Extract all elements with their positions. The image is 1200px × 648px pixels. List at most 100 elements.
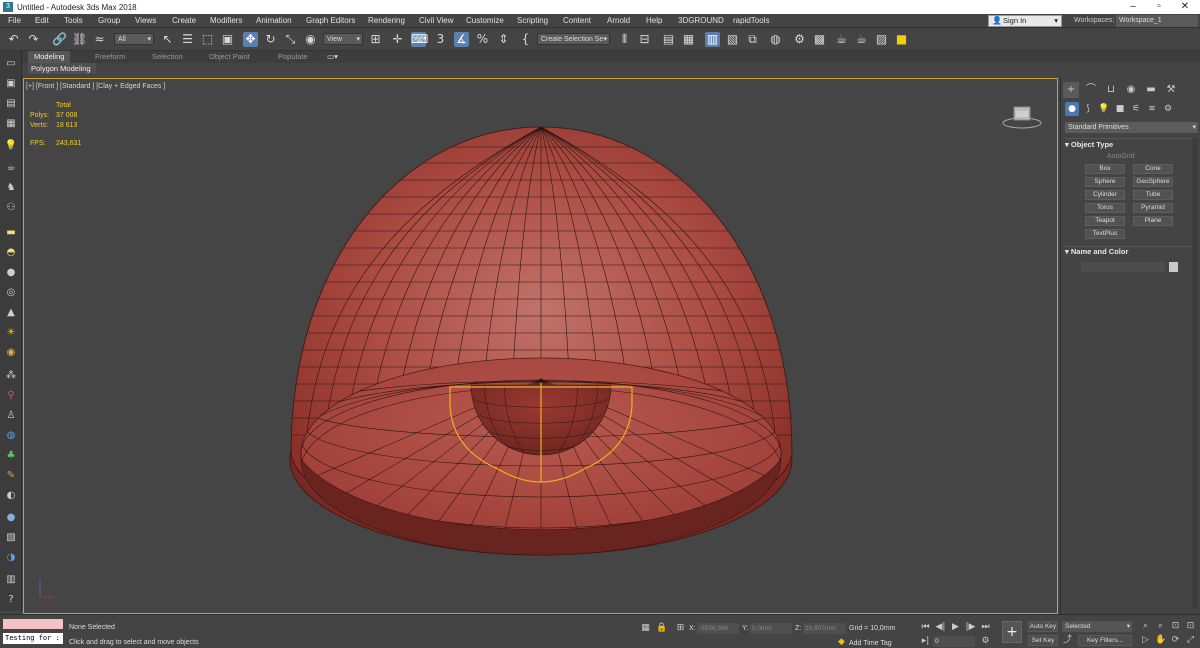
systems-icon[interactable]: ⚙ [1161, 102, 1175, 116]
schematic-view-icon[interactable]: ⧉ [745, 32, 760, 47]
time-tag-icon[interactable]: ◆ [836, 637, 847, 648]
unlink-icon[interactable]: ⛓ [72, 32, 87, 47]
sun-icon[interactable]: ☀ [3, 326, 19, 340]
isolate-selection-icon[interactable]: ▦ [640, 623, 651, 634]
named-selection-dropdown[interactable]: Create Selection Se [537, 33, 610, 46]
tube-button[interactable]: Tube [1133, 190, 1173, 200]
redo-icon[interactable]: ↷ [26, 32, 41, 47]
command-panel-scrollbar[interactable] [1192, 138, 1198, 608]
disc-icon[interactable]: ◉ [3, 346, 19, 360]
menu-file[interactable]: File [8, 14, 21, 28]
menu-content[interactable]: Content [563, 14, 591, 28]
ribbon-options-icon[interactable]: ▭▾ [327, 51, 338, 63]
menu-modifiers[interactable]: Modifiers [210, 14, 242, 28]
primitive-type-dropdown[interactable]: Standard Primitives [1065, 122, 1198, 133]
auto-key-button[interactable]: Auto Key [1028, 621, 1058, 632]
wand-icon[interactable]: ⚲ [3, 389, 19, 403]
key-selection-dropdown[interactable]: Selected ▾ [1062, 621, 1132, 632]
zoom-icon[interactable]: ⌕ [1140, 621, 1151, 632]
particles-icon[interactable]: ⁂ [3, 369, 19, 383]
cameras-icon[interactable]: ■ [1113, 102, 1127, 116]
zoom-all-icon[interactable]: ⌕ [1155, 621, 1166, 632]
current-frame-field[interactable]: 0 [933, 636, 975, 647]
teapot-icon[interactable]: ☕ [3, 161, 19, 175]
cone-icon[interactable]: ▲ [3, 306, 19, 320]
y-coordinate-field[interactable]: 0,0mm [750, 623, 792, 634]
selection-lock-icon[interactable]: 🔒 [656, 623, 667, 634]
field-of-view-icon[interactable]: ▷ [1140, 635, 1151, 646]
tab-freeform[interactable]: Freeform [95, 51, 125, 63]
tab-modeling[interactable]: Modeling [28, 51, 71, 63]
geometry-icon[interactable]: ● [1065, 102, 1079, 116]
go-to-end-icon[interactable]: ⏭ [980, 622, 991, 633]
group-icon[interactable]: ⚇ [3, 201, 19, 215]
rect-selection-region-icon[interactable]: ⬚ [200, 32, 215, 47]
set-key-big-button[interactable]: + [1002, 621, 1022, 643]
absolute-mode-icon[interactable]: ⊞ [675, 623, 686, 634]
material-icon[interactable]: ◐ [3, 489, 19, 503]
sphere-icon[interactable]: ● [3, 266, 19, 280]
select-object-icon[interactable]: ↖ [160, 32, 175, 47]
textplus-button[interactable]: TextPlus [1085, 229, 1125, 239]
box-button[interactable]: Box [1085, 164, 1125, 174]
plane-button[interactable]: Plane [1133, 216, 1173, 226]
selection-filter-dropdown[interactable]: All [114, 33, 154, 46]
shapes-icon[interactable]: ⟆ [1081, 102, 1095, 116]
menu-graph-editors[interactable]: Graph Editors [306, 14, 355, 28]
window-crossing-icon[interactable]: ▣ [220, 32, 235, 47]
zoom-extents-icon[interactable]: ⊡ [1170, 621, 1181, 632]
workspace-dropdown[interactable]: Workspace_1 [1116, 15, 1198, 27]
snaps-toggle-icon[interactable]: 3 [433, 32, 448, 47]
toggle-ribbon-icon[interactable]: ▥ [705, 32, 720, 47]
biped-icon[interactable]: ♙ [3, 409, 19, 423]
modify-tab-icon[interactable]: ⌒ [1083, 82, 1099, 98]
undo-icon[interactable]: ↶ [6, 32, 21, 47]
maximize-icon[interactable]: ▫ [1146, 0, 1172, 14]
menu-scripting[interactable]: Scripting [517, 14, 548, 28]
globe-icon[interactable]: ◍ [3, 429, 19, 443]
z-coordinate-field[interactable]: 20,807mm [803, 623, 845, 634]
menu-3dground[interactable]: 3DGROUND [678, 14, 724, 28]
mirror-icon[interactable]: ⫴ [617, 32, 632, 47]
name-color-header[interactable]: ▾ Name and Color [1065, 246, 1193, 257]
ball-icon[interactable]: ● [3, 511, 19, 525]
maximize-viewport-icon[interactable]: ⤢ [1185, 635, 1196, 646]
teapot-button[interactable]: Teapot [1085, 216, 1125, 226]
previous-frame-icon[interactable]: ◀| [935, 622, 946, 633]
menu-help[interactable]: Help [646, 14, 662, 28]
menu-rendering[interactable]: Rendering [368, 14, 405, 28]
select-by-name-icon[interactable]: ☰ [180, 32, 195, 47]
reference-coord-dropdown[interactable]: View [323, 33, 363, 46]
menu-animation[interactable]: Animation [256, 14, 292, 28]
rectangle-icon[interactable]: ▬ [3, 226, 19, 240]
object-color-swatch[interactable] [1169, 262, 1178, 272]
maxscript-mini-listener[interactable]: Testing for : [3, 633, 63, 644]
key-tangent-icon[interactable]: ⤴ [1062, 635, 1073, 646]
tab-object-paint[interactable]: Object Paint [209, 51, 250, 63]
torus-button[interactable]: Torus [1085, 203, 1125, 213]
scene-explorer-icon[interactable]: ▤ [3, 97, 19, 111]
menu-tools[interactable]: Tools [64, 14, 83, 28]
set-key-button[interactable]: Set Key [1028, 635, 1058, 646]
motion-tab-icon[interactable]: ◉ [1123, 82, 1139, 98]
polygon-modeling-panel[interactable]: Polygon Modeling [28, 63, 96, 74]
autodesk-a360-icon[interactable]: ■ [894, 32, 909, 47]
geosphere-button[interactable]: GeoSphere [1133, 177, 1173, 187]
menu-rapidtools[interactable]: rapidTools [733, 14, 769, 28]
render-setup-icon[interactable]: ⚙ [792, 32, 807, 47]
figure-icon[interactable]: ♞ [3, 181, 19, 195]
select-and-rotate-icon[interactable]: ↻ [263, 32, 278, 47]
sheets-icon[interactable]: ▥ [3, 573, 19, 587]
hierarchy-tab-icon[interactable]: ⊔ [1103, 82, 1119, 98]
select-and-move-icon[interactable]: ✥ [243, 32, 258, 47]
percent-snap-icon[interactable]: % [475, 32, 490, 47]
time-configuration-icon[interactable]: ⚙ [980, 636, 991, 647]
spinner-snap-icon[interactable]: ⇕ [496, 32, 511, 47]
bind-space-warp-icon[interactable]: ≈ [92, 32, 107, 47]
add-time-tag[interactable]: Add Time Tag [849, 640, 892, 647]
sign-in-dropdown[interactable]: 👤 Sign In ▾ [988, 15, 1062, 27]
minimize-icon[interactable]: – [1120, 0, 1146, 14]
display-tab-icon[interactable]: ▬ [1143, 82, 1159, 98]
space-warps-icon[interactable]: ≋ [1145, 102, 1159, 116]
helpers-icon[interactable]: ⚟ [1129, 102, 1143, 116]
